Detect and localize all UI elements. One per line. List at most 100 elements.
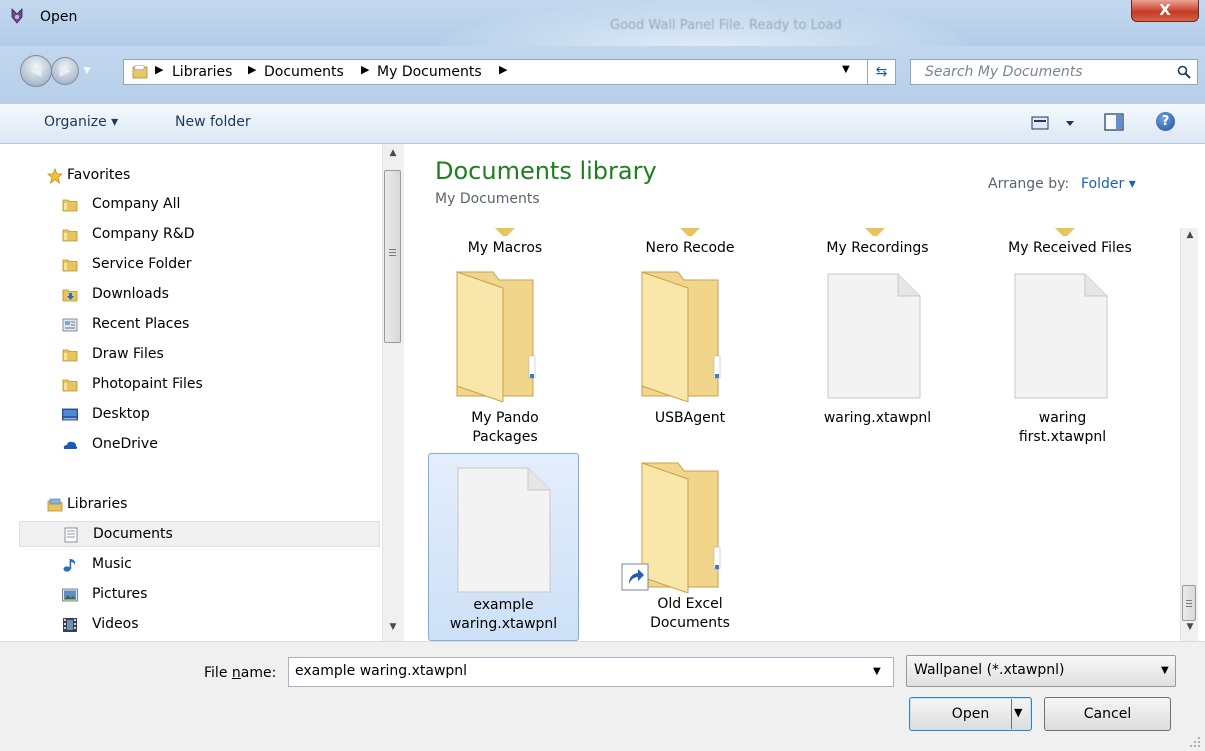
music-icon — [63, 559, 76, 572]
refresh-button[interactable]: ⇆ — [868, 59, 896, 85]
file-icon — [827, 273, 921, 399]
chevron-down-icon: ▼ — [1161, 665, 1169, 676]
folder-icon — [62, 349, 78, 362]
breadcrumb-separator[interactable]: ▶ — [361, 63, 369, 76]
forward-arrow-icon: ▶ — [59, 63, 71, 79]
search-box[interactable]: Search My Documents — [910, 59, 1198, 85]
cancel-button[interactable]: Cancel — [1044, 697, 1171, 731]
file-label: first.xtawpnl — [1018, 429, 1107, 445]
scroll-grip — [1186, 600, 1192, 601]
desktop-icon — [62, 408, 78, 421]
file-waring-first[interactable]: waring first.xtawpnl — [985, 262, 1155, 452]
shortcut-arrow-icon — [621, 563, 649, 591]
nav-item-company-rd[interactable]: Company R&D — [0, 222, 380, 248]
folder-usbagent[interactable]: USBAgent — [615, 262, 765, 452]
recent-pages-dropdown[interactable]: ▼ — [80, 64, 94, 78]
folder-old-excel-documents[interactable]: Old Excel Documents — [615, 455, 765, 641]
folder-nero-recode[interactable]: Nero Recode — [615, 240, 765, 256]
file-example-waring[interactable]: example waring.xtawpnl — [428, 453, 579, 641]
breadcrumb-separator[interactable]: ▶ — [155, 63, 163, 76]
open-button-label: Open — [951, 706, 990, 722]
scroll-up-arrow[interactable]: ▲ — [1181, 230, 1199, 240]
new-folder-button[interactable]: New folder — [175, 114, 251, 130]
folder-icon — [62, 199, 78, 212]
close-button[interactable]: X — [1131, 0, 1199, 22]
nav-item-downloads[interactable]: Downloads — [0, 282, 380, 308]
nav-item-favorites[interactable]: Favorites — [0, 163, 380, 189]
scroll-up-arrow[interactable]: ▲ — [384, 148, 402, 158]
recent-places-icon — [62, 318, 78, 332]
chevron-down-icon[interactable]: ▼ — [873, 666, 881, 677]
breadcrumb-separator[interactable]: ▶ — [248, 63, 256, 76]
file-list-scroll-thumb[interactable] — [1182, 585, 1196, 621]
forward-button[interactable]: ▶ — [51, 57, 79, 85]
change-view-button[interactable] — [1030, 114, 1090, 132]
help-button[interactable]: ? — [1156, 112, 1175, 131]
pictures-icon — [62, 588, 78, 602]
file-list-scrollbar[interactable]: ▲ ▼ — [1180, 228, 1198, 641]
preview-pane-button[interactable] — [1104, 113, 1124, 131]
resize-grip-icon[interactable] — [1188, 735, 1202, 749]
nav-item-documents[interactable]: Documents — [19, 521, 380, 547]
folder-label: Packages — [472, 429, 538, 445]
nav-item-desktop[interactable]: Desktop — [0, 402, 380, 428]
scroll-grip — [1186, 606, 1192, 607]
breadcrumb-separator[interactable]: ▶ — [499, 63, 507, 76]
address-history-dropdown[interactable]: ▼ — [842, 64, 850, 75]
nav-item-onedrive[interactable]: OneDrive — [0, 432, 380, 458]
organize-button[interactable]: Organize ▾ — [44, 114, 118, 130]
folder-my-received-files[interactable]: My Received Files — [985, 240, 1155, 256]
nav-item-company-all[interactable]: Company All — [0, 192, 380, 218]
folder-icon — [1055, 228, 1075, 236]
folder-icon — [865, 228, 885, 236]
nav-item-music[interactable]: Music — [0, 552, 380, 578]
nav-item-videos[interactable]: Videos — [0, 612, 380, 638]
navigation-pane-scroll-thumb[interactable] — [384, 170, 401, 343]
open-split-divider — [1011, 699, 1012, 729]
file-name-label: File name: — [204, 665, 277, 681]
folder-icon — [641, 271, 721, 402]
back-arrow-icon: ◀ — [30, 63, 42, 79]
library-folder-icon — [132, 65, 148, 79]
file-name-input[interactable]: example waring.xtawpnl — [295, 663, 467, 679]
file-type-select[interactable]: Wallpanel (*.xtawpnl) ▼ — [906, 655, 1176, 687]
folder-icon — [62, 229, 78, 242]
nav-item-draw-files[interactable]: Draw Files — [0, 342, 380, 368]
chevron-down-icon: ▼ — [83, 66, 91, 76]
back-button[interactable]: ◀ — [20, 55, 52, 87]
scroll-down-arrow[interactable]: ▼ — [1181, 622, 1199, 632]
breadcrumb-my-documents[interactable]: My Documents — [377, 64, 482, 80]
folder-label: Documents — [650, 615, 730, 631]
nav-item-libraries[interactable]: Libraries — [0, 492, 380, 518]
file-icon — [457, 467, 551, 593]
nav-item-service-folder[interactable]: Service Folder — [0, 252, 380, 278]
scroll-grip — [389, 255, 396, 256]
library-title: Documents library — [435, 157, 657, 185]
breadcrumb-documents[interactable]: Documents — [264, 64, 344, 80]
folder-my-recordings[interactable]: My Recordings — [800, 240, 955, 256]
nav-item-photopaint-files[interactable]: Photopaint Files — [0, 372, 380, 398]
scroll-down-arrow[interactable]: ▼ — [384, 622, 402, 632]
arrange-by-dropdown[interactable]: Folder ▾ — [1081, 176, 1136, 192]
library-subtitle: My Documents — [435, 191, 540, 207]
search-input[interactable]: Search My Documents — [925, 64, 1083, 80]
file-icon — [1014, 273, 1108, 399]
folder-my-pando-packages[interactable]: My Pando Packages — [430, 262, 580, 452]
file-name-combobox[interactable]: example waring.xtawpnl ▼ — [288, 657, 894, 687]
background-window-status: Good Wall Panel File. Ready to Load — [610, 18, 842, 33]
libraries-icon — [47, 498, 63, 512]
folder-icon — [680, 228, 700, 236]
nav-item-recent-places[interactable]: Recent Places — [0, 312, 380, 338]
window-title: Open — [40, 9, 78, 25]
app-icon — [11, 8, 23, 24]
file-waring[interactable]: waring.xtawpnl — [800, 262, 955, 452]
open-options-dropdown[interactable]: ▼ — [1014, 706, 1022, 719]
address-bar[interactable]: ▶ Libraries ▶ Documents ▶ My Documents ▶… — [123, 59, 868, 85]
file-label: example — [473, 597, 534, 613]
folder-my-macros[interactable]: My Macros — [430, 240, 580, 256]
refresh-icon: ⇆ — [875, 64, 888, 80]
file-type-value: Wallpanel (*.xtawpnl) — [914, 662, 1065, 678]
file-label: waring.xtawpnl — [449, 616, 558, 632]
nav-item-pictures[interactable]: Pictures — [0, 582, 380, 608]
breadcrumb-libraries[interactable]: Libraries — [172, 64, 232, 80]
